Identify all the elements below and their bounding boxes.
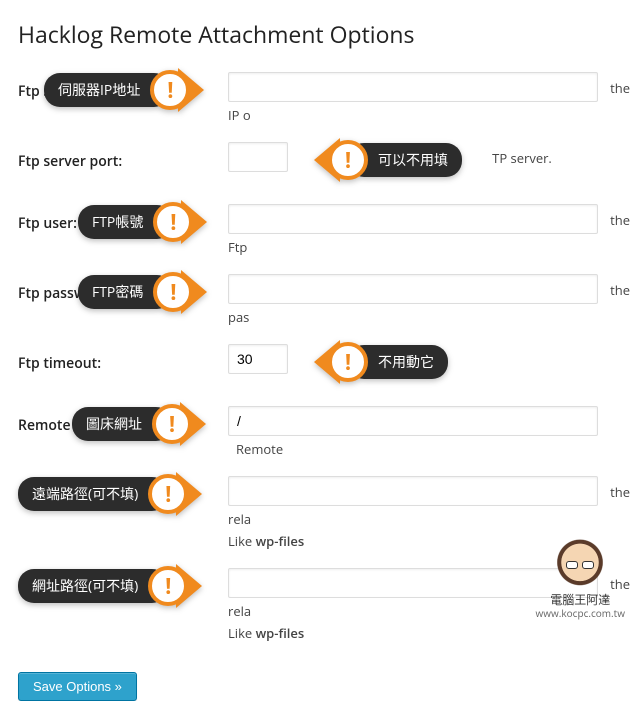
row-user: Ftp user: the Ftp FTP帳號 ! [18, 204, 631, 256]
label-ftp-remote-path: FTP remote path: [18, 476, 228, 505]
label-remote-baseurl: Remote base URL: [18, 406, 228, 435]
input-timeout[interactable] [228, 344, 288, 374]
label-timeout: Ftp timeout: [18, 344, 228, 373]
label-server-address: Ftp server address: [18, 72, 228, 101]
input-password[interactable] [228, 274, 598, 304]
watermark-logo: 電腦王阿達 www.kocpc.com.tw [536, 539, 625, 619]
input-remote-baseurl[interactable] [228, 406, 598, 436]
label-http-remote-path: HTTP remote path: [18, 568, 228, 597]
desc-remote-baseurl: Remote [236, 440, 283, 458]
row-server-port: Ftp server port: TP server. 可以不用填 ! [18, 142, 631, 186]
label-user: Ftp user: [18, 204, 228, 233]
save-button[interactable]: Save Options » [18, 672, 137, 701]
avatar-icon [554, 539, 606, 591]
input-server-port[interactable] [228, 142, 288, 172]
row-remote-baseurl: Remote base URL: Remote 圖床網址 ! [18, 406, 631, 458]
row-password: Ftp password: the pas FTP密碼 ! [18, 274, 631, 326]
row-server-address: Ftp server address: the IP o 伺服器IP地址 ! [18, 72, 631, 124]
label-password: Ftp password: [18, 274, 228, 303]
label-server-port: Ftp server port: [18, 142, 228, 171]
sub-http-remote-path: Like wp-files [228, 624, 631, 642]
input-user[interactable] [228, 204, 598, 234]
row-timeout: Ftp timeout: 不用動它 ! [18, 344, 631, 388]
input-ftp-remote-path[interactable] [228, 476, 598, 506]
page-title: Hacklog Remote Attachment Options [18, 18, 631, 50]
desc-server-port: TP server. [492, 149, 552, 167]
input-server-address[interactable] [228, 72, 598, 102]
